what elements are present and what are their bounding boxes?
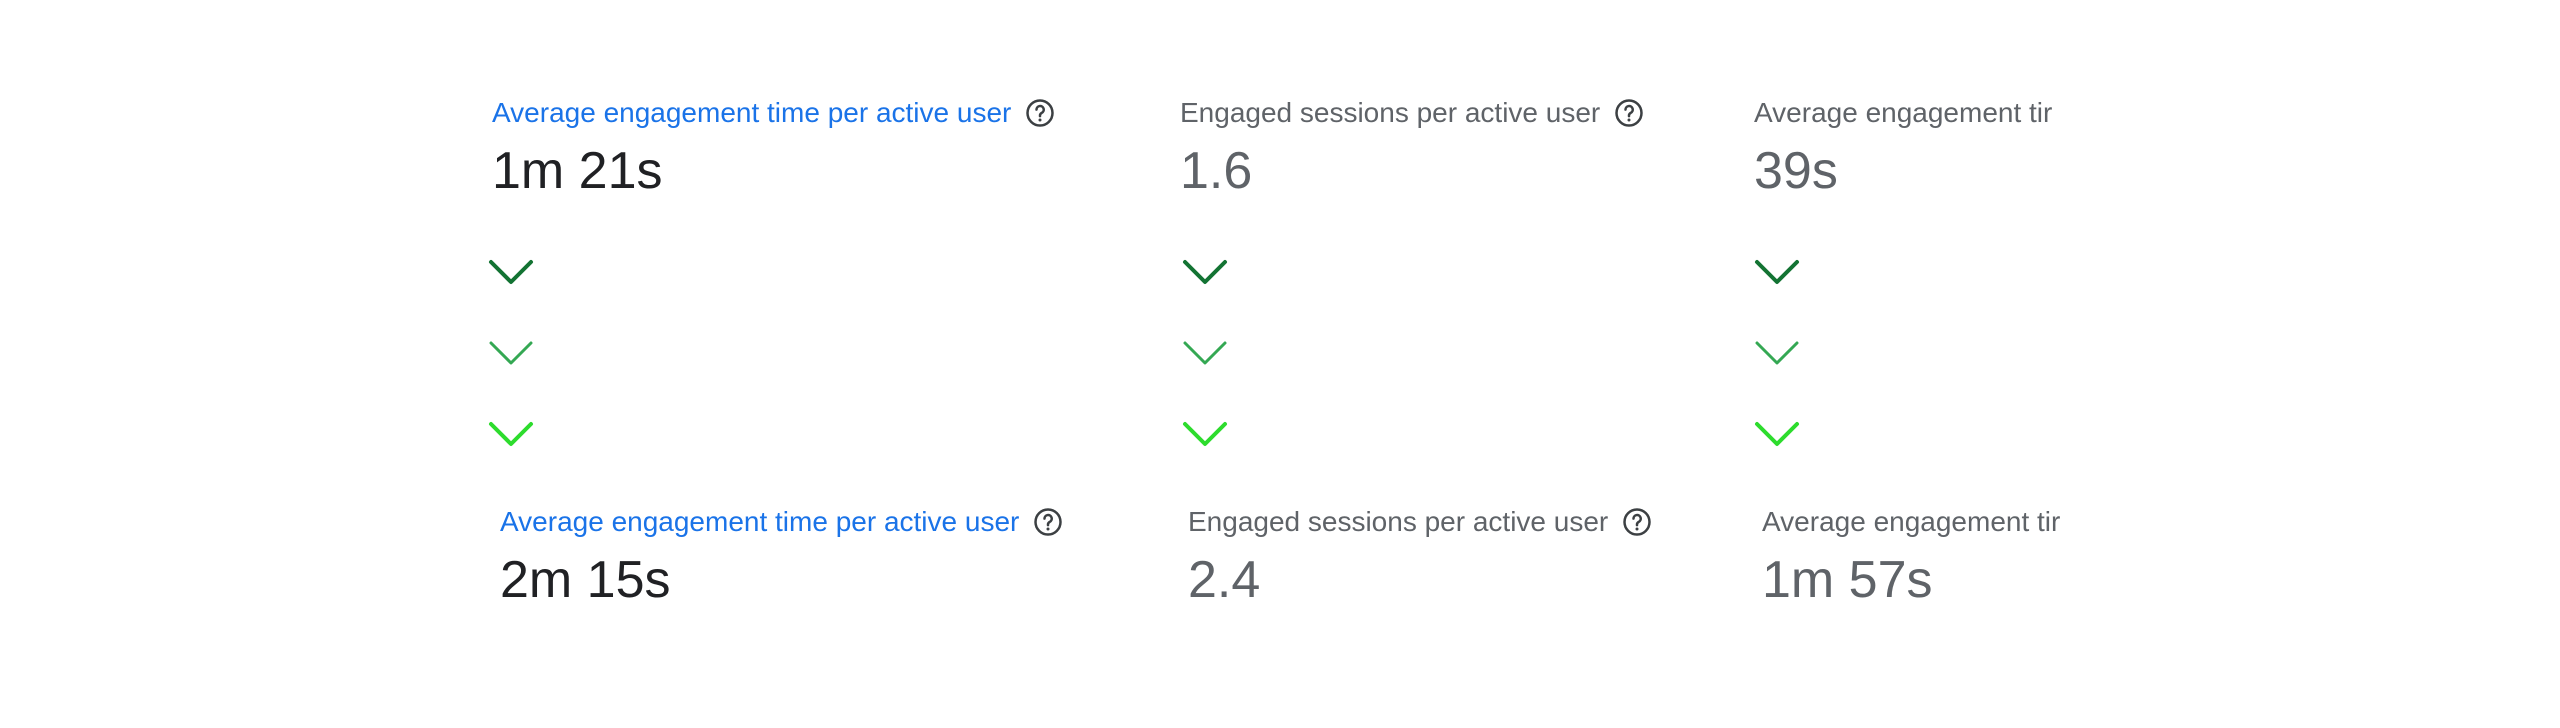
metric-value: 1.6 xyxy=(1180,142,1253,200)
chevron-down-icon[interactable] xyxy=(1752,419,1802,449)
help-circle-icon[interactable] xyxy=(1033,507,1063,537)
metric-value: 2.4 xyxy=(1188,551,1261,609)
metric-header: Average engagement time per active user xyxy=(500,502,1160,542)
metric-card-engaged-sessions-row2[interactable]: Engaged sessions per active user 2.4 xyxy=(1188,502,1848,612)
metric-label[interactable]: Engaged sessions per active user xyxy=(1180,93,1600,133)
chevron-down-icon[interactable] xyxy=(1752,257,1802,287)
metric-header: Average engagement time per active user xyxy=(492,93,1152,133)
help-circle-icon[interactable] xyxy=(1614,98,1644,128)
metric-label[interactable]: Average engagement time per active user xyxy=(500,502,1019,542)
metric-value: 2m 15s xyxy=(500,551,671,609)
metric-label[interactable]: Engaged sessions per active user xyxy=(1188,502,1608,542)
metric-card-avg-engagement-time-truncated-row2[interactable]: Average engagement tir 1m 57s xyxy=(1762,502,2082,612)
metric-card-avg-engagement-time-truncated-row1[interactable]: Average engagement tir 39s xyxy=(1754,93,2074,203)
metric-header: Engaged sessions per active user xyxy=(1188,502,1848,542)
chevron-down-icon[interactable] xyxy=(1180,338,1230,368)
metric-label[interactable]: Average engagement time per active user xyxy=(492,93,1011,133)
metric-value: 1m 21s xyxy=(492,142,663,200)
metric-label[interactable]: Average engagement tir xyxy=(1754,93,2052,133)
metric-label[interactable]: Average engagement tir xyxy=(1762,502,2060,542)
metric-card-avg-engagement-row2[interactable]: Average engagement time per active user … xyxy=(500,502,1160,612)
chevron-down-icon[interactable] xyxy=(486,338,536,368)
metric-value: 39s xyxy=(1754,142,1838,200)
metric-value: 1m 57s xyxy=(1762,551,1933,609)
help-circle-icon[interactable] xyxy=(1622,507,1652,537)
metric-header: Average engagement tir xyxy=(1762,502,2082,542)
chevron-down-icon[interactable] xyxy=(1180,257,1230,287)
metric-card-engaged-sessions-row1[interactable]: Engaged sessions per active user 1.6 xyxy=(1180,93,1840,203)
chevron-down-icon[interactable] xyxy=(486,419,536,449)
chevron-down-icon[interactable] xyxy=(486,257,536,287)
metric-header: Average engagement tir xyxy=(1754,93,2074,133)
chevron-down-icon[interactable] xyxy=(1180,419,1230,449)
chevron-down-icon[interactable] xyxy=(1752,338,1802,368)
metric-header: Engaged sessions per active user xyxy=(1180,93,1840,133)
help-circle-icon[interactable] xyxy=(1025,98,1055,128)
metric-card-avg-engagement-row1[interactable]: Average engagement time per active user … xyxy=(492,93,1152,203)
